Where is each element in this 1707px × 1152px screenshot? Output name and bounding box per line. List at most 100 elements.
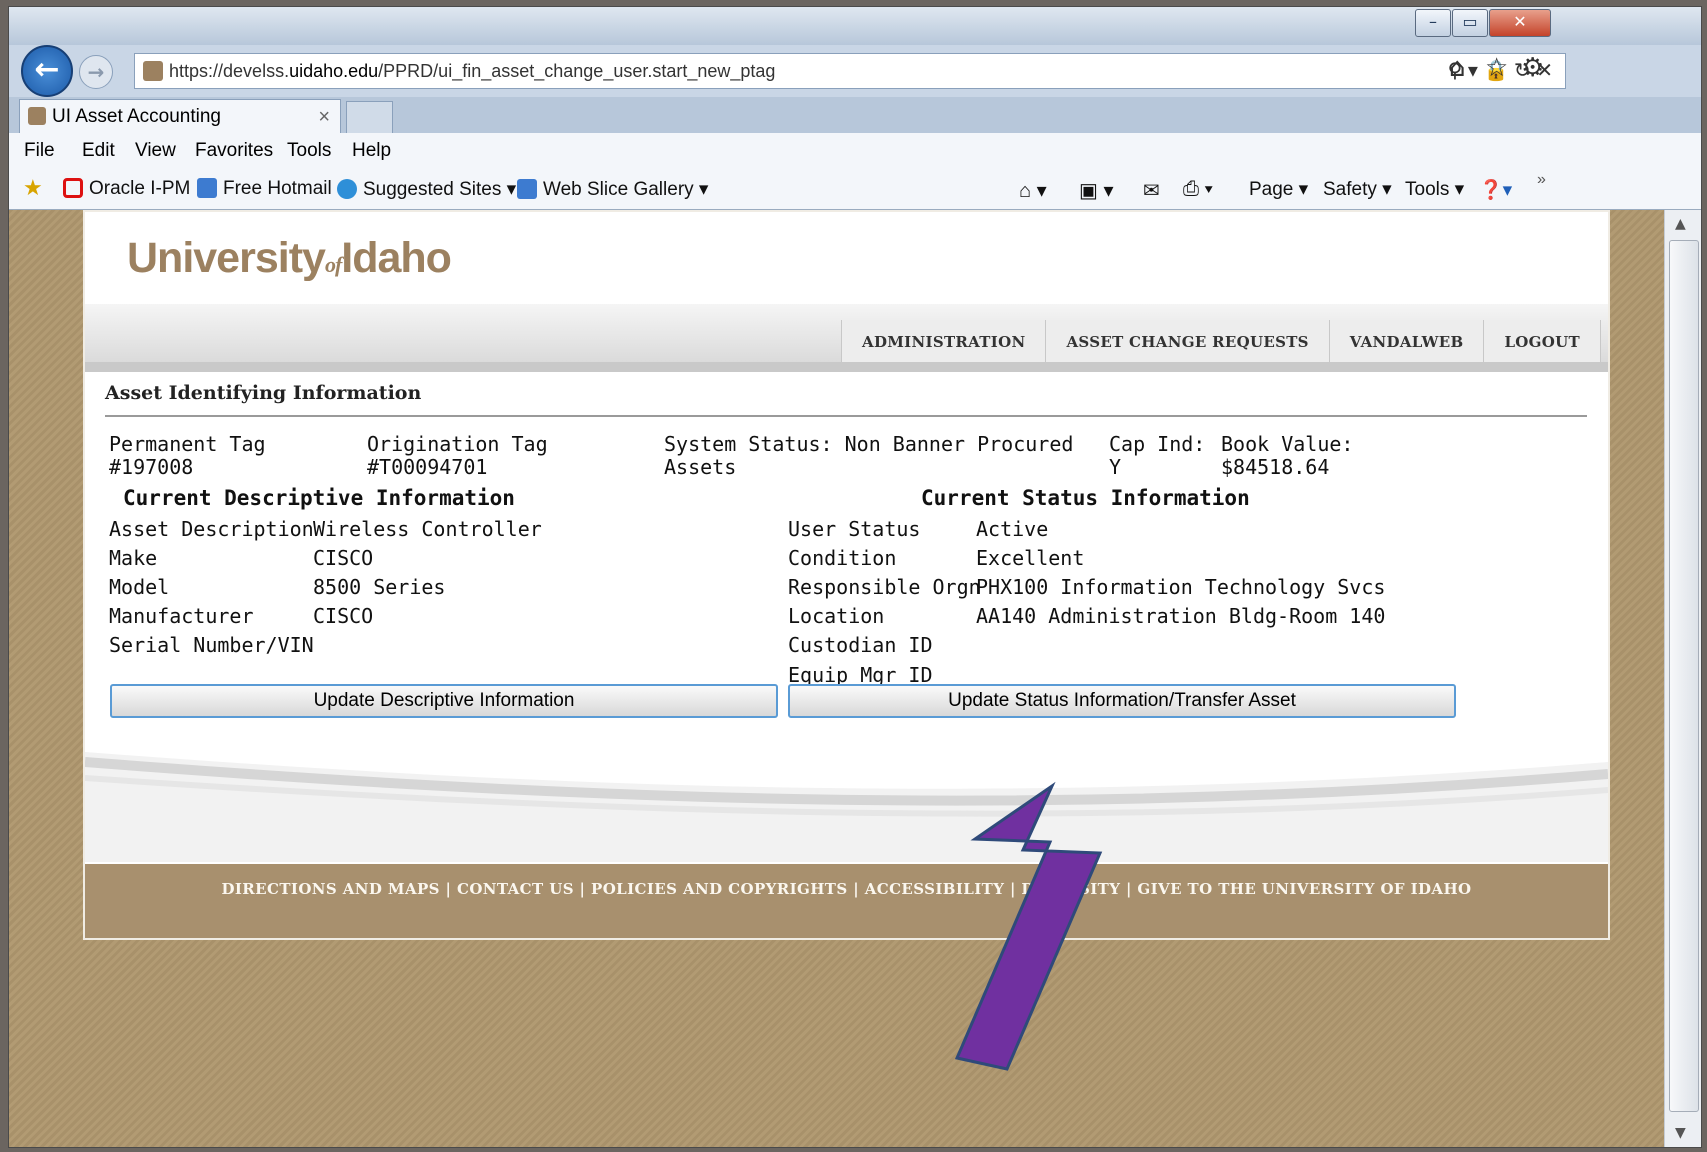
back-arrow-icon[interactable]: ←: [21, 45, 73, 97]
system-status-label: System Status: Non Banner Procured: [664, 432, 1074, 456]
update-descriptive-button[interactable]: Update Descriptive Information: [110, 684, 778, 718]
nav-vandalweb[interactable]: VANDALWEB: [1330, 320, 1485, 362]
logo-text-of: of: [324, 252, 342, 277]
nav-asset-change-requests[interactable]: ASSET CHANGE REQUESTS: [1046, 320, 1330, 362]
status-value-responsible-orgn: PHX100 Information Technology Svcs: [976, 575, 1386, 599]
status-label-user-status: User Status: [788, 517, 921, 541]
maximize-button[interactable]: ▭: [1452, 9, 1488, 37]
page-viewport: UniversityofIdaho ADMINISTRATION ASSET C…: [9, 210, 1664, 1147]
book-value-value: $84518.64: [1221, 455, 1330, 479]
system-status-value: Assets: [664, 455, 737, 479]
page-menu[interactable]: Page ▾: [1249, 178, 1308, 201]
feeds-icon[interactable]: ▣ ▾: [1079, 178, 1114, 203]
update-status-transfer-button[interactable]: Update Status Information/Transfer Asset: [788, 684, 1456, 718]
cap-ind-value: Y: [1109, 455, 1122, 479]
status-label-responsible-orgn: Responsible Orgn: [788, 575, 981, 599]
section-rule: [105, 415, 1587, 417]
home-icon[interactable]: ⌂: [1449, 53, 1466, 83]
descriptive-heading: Current Descriptive Information: [123, 486, 515, 510]
desc-value-make: CISCO: [313, 546, 374, 570]
url-host-prefix: develss.: [223, 61, 290, 81]
fav-suggested-label: Suggested Sites ▾: [363, 179, 517, 200]
perm-tag-value: #197008: [109, 455, 194, 479]
status-label-condition: Condition: [788, 546, 897, 570]
desc-label-asset-description: Asset Description: [109, 517, 314, 541]
university-logo[interactable]: UniversityofIdaho: [127, 234, 452, 283]
site-footer[interactable]: DIRECTIONS AND MAPS | CONTACT US | POLIC…: [85, 864, 1608, 938]
tab-favicon-icon: [28, 107, 46, 125]
mail-icon[interactable]: ✉: [1143, 178, 1160, 203]
chevron-more-icon[interactable]: »: [1537, 171, 1546, 189]
close-window-button[interactable]: ✕: [1489, 9, 1551, 37]
fav-oracle-label: Oracle I-PM: [89, 178, 191, 199]
tools-menu[interactable]: Tools ▾: [1405, 178, 1464, 201]
address-row: ← → https://develss.uidaho.edu/PPRD/ui_f…: [9, 45, 1701, 97]
menu-help[interactable]: Help: [352, 140, 391, 162]
header-divider: [85, 362, 1608, 372]
fav-free-hotmail[interactable]: Free Hotmail: [197, 178, 332, 200]
nav-logout[interactable]: LOGOUT: [1484, 320, 1601, 362]
menu-favorites[interactable]: Favorites: [195, 140, 273, 162]
title-bar: – ▭ ✕: [9, 7, 1701, 45]
fav-webslice-label: Web Slice Gallery ▾: [543, 179, 709, 200]
menu-bar: File Edit View Favorites Tools Help: [9, 133, 1701, 169]
status-label-custodian-id: Custodian ID: [788, 633, 933, 657]
desc-value-asset-description: Wireless Controller: [313, 517, 542, 541]
tab-row: UI Asset Accounting ×: [9, 97, 1701, 134]
vertical-scrollbar[interactable]: ▲ ▼: [1664, 210, 1701, 1147]
site-nav: ADMINISTRATION ASSET CHANGE REQUESTS VAN…: [841, 320, 1601, 362]
favorites-bar: ★ Oracle I-PM Free Hotmail Suggested Sit…: [9, 169, 1701, 210]
scroll-up-icon[interactable]: ▲: [1675, 216, 1686, 232]
scrollbar-thumb[interactable]: [1669, 240, 1699, 1112]
page-container: UniversityofIdaho ADMINISTRATION ASSET C…: [83, 210, 1610, 940]
desc-label-serial-number: Serial Number/VIN: [109, 633, 314, 657]
section-title: Asset Identifying Information: [105, 382, 422, 404]
print-icon[interactable]: ⎙ ▾: [1183, 178, 1213, 201]
url-path: /PPRD/ui_fin_asset_change_user.start_new…: [378, 61, 776, 81]
menu-tools[interactable]: Tools: [287, 140, 331, 162]
scroll-down-icon[interactable]: ▼: [1675, 1125, 1686, 1141]
status-label-location: Location: [788, 604, 885, 628]
decorative-swoosh: [85, 752, 1608, 862]
ie-logo-icon: [337, 179, 357, 199]
oracle-icon: [63, 178, 83, 198]
ie-page-icon: [517, 179, 537, 199]
minimize-button[interactable]: –: [1415, 9, 1451, 37]
tab-ui-asset-accounting[interactable]: UI Asset Accounting ×: [19, 99, 341, 134]
fav-oracle-ipm[interactable]: Oracle I-PM: [63, 178, 190, 200]
fav-hotmail-label: Free Hotmail: [223, 178, 332, 199]
fav-web-slice-gallery[interactable]: Web Slice Gallery ▾: [517, 178, 708, 201]
logo-text-idaho: Idaho: [341, 234, 452, 282]
orig-tag-label: Origination Tag: [367, 432, 548, 456]
address-bar[interactable]: https://develss.uidaho.edu/PPRD/ui_fin_a…: [134, 53, 1566, 89]
status-value-location: AA140 Administration Bldg-Room 140: [976, 604, 1386, 628]
nav-administration[interactable]: ADMINISTRATION: [842, 320, 1047, 362]
help-icon[interactable]: ❓▾: [1479, 178, 1512, 202]
menu-file[interactable]: File: [24, 140, 55, 162]
favorites-star-icon[interactable]: ☆: [1485, 53, 1508, 83]
desc-label-make: Make: [109, 546, 158, 570]
forward-arrow-icon[interactable]: →: [79, 55, 113, 89]
safety-menu[interactable]: Safety ▾: [1323, 178, 1392, 201]
gear-icon[interactable]: ⚙: [1521, 53, 1544, 83]
fav-suggested-sites[interactable]: Suggested Sites ▾: [337, 178, 516, 201]
desc-label-manufacturer: Manufacturer: [109, 604, 254, 628]
orig-tag-value: #T00094701: [367, 455, 488, 479]
url-host: uidaho.edu: [289, 61, 379, 81]
url-scheme: https://: [169, 61, 224, 81]
status-value-user-status: Active: [976, 517, 1049, 541]
menu-view[interactable]: View: [135, 140, 176, 162]
menu-edit[interactable]: Edit: [82, 140, 115, 162]
new-tab-button[interactable]: [346, 101, 393, 134]
cap-ind-label: Cap Ind:: [1109, 432, 1206, 456]
home-toolbar-icon[interactable]: ⌂ ▾: [1019, 178, 1047, 203]
status-value-condition: Excellent: [976, 546, 1085, 570]
favorites-star-icon[interactable]: ★: [23, 175, 43, 201]
tab-title: UI Asset Accounting: [52, 106, 221, 127]
status-heading: Current Status Information: [921, 486, 1250, 510]
ie-page-icon: [197, 178, 217, 198]
close-tab-icon[interactable]: ×: [318, 100, 330, 134]
site-favicon-icon: [143, 61, 163, 81]
browser-window: – ▭ ✕ ← → https://develss.uidaho.edu/PPR…: [8, 6, 1702, 1148]
desc-value-model: 8500 Series: [313, 575, 446, 599]
